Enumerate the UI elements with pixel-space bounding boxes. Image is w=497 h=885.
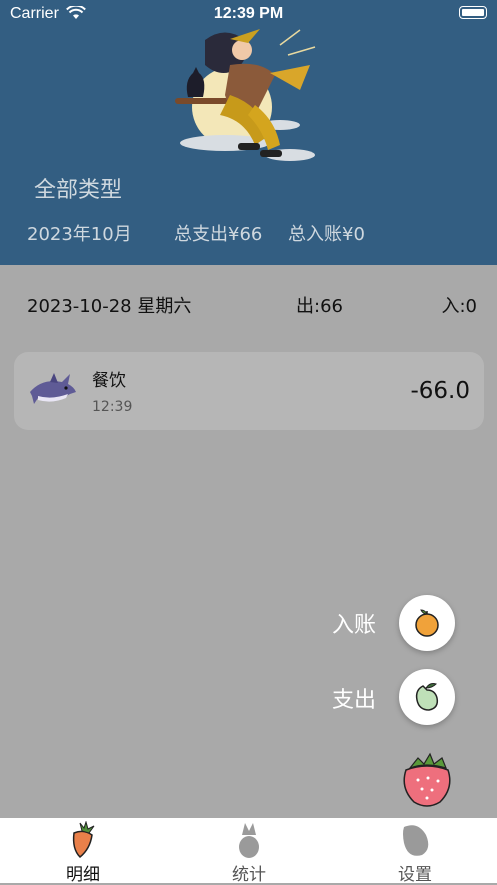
papaya-icon	[403, 825, 429, 856]
income-fab-button[interactable]	[399, 595, 455, 651]
carrot-icon	[72, 821, 95, 859]
tab-settings[interactable]: 设置	[332, 818, 497, 885]
expense-fab-button[interactable]	[399, 669, 455, 725]
witch-illustration-icon	[175, 29, 316, 161]
tab-statistics-label: 统计	[232, 865, 266, 885]
record-time: 12:39	[92, 399, 133, 415]
day-income: 入:0	[441, 296, 477, 317]
day-date: 2023-10-28 星期六	[27, 296, 192, 317]
record-category: 餐饮	[92, 371, 126, 391]
day-group-header: 2023-10-28 星期六 出:66 入:0	[0, 290, 497, 320]
expense-fab-label[interactable]: 支出	[332, 682, 376, 714]
strawberry-icon[interactable]	[398, 752, 456, 808]
header-banner: 全部类型 2023年10月 总支出¥66 总入账¥0	[0, 0, 497, 265]
clock: 12:39 PM	[213, 5, 284, 22]
status-bar: Carrier 12:39 PM	[0, 0, 497, 28]
total-income: 总入账¥0	[288, 224, 365, 245]
record-amount: -66.0	[410, 378, 470, 404]
income-fab-label[interactable]: 入账	[332, 607, 376, 639]
record-item[interactable]: 餐饮 12:39 -66.0	[14, 352, 484, 430]
type-filter-button[interactable]: 全部类型	[34, 172, 122, 204]
month-picker[interactable]: 2023年10月	[27, 220, 132, 246]
tab-details-label: 明细	[66, 865, 100, 885]
tab-statistics[interactable]: 统计	[166, 818, 332, 885]
tab-settings-label: 设置	[398, 865, 432, 885]
battery-icon	[459, 6, 487, 19]
tab-details[interactable]: 明细	[0, 818, 166, 885]
shark-icon	[30, 373, 76, 404]
pear-icon	[415, 683, 439, 711]
tab-bar: 明细 统计 设置	[0, 818, 497, 885]
total-expense: 总支出¥66	[174, 224, 263, 245]
day-expense: 出:66	[296, 296, 343, 317]
pineapple-icon	[239, 823, 259, 858]
orange-icon	[415, 609, 439, 637]
